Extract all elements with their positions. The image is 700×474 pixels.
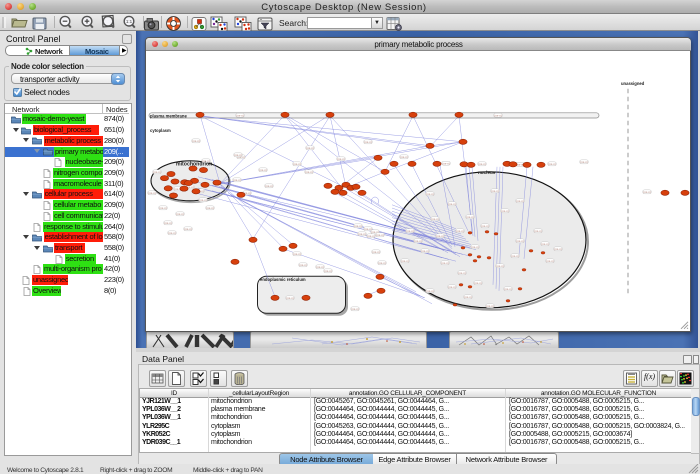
svg-text:(xx-x): (xx-x) [464, 295, 472, 299]
svg-text:endoplasmic reticulum: endoplasmic reticulum [260, 277, 306, 282]
svg-text:(xx-x): (xx-x) [199, 198, 207, 202]
svg-text:(xx-x): (xx-x) [305, 170, 313, 174]
svg-text:(xx-x): (xx-x) [164, 221, 172, 225]
svg-text:(xx-x): (xx-x) [431, 217, 439, 221]
svg-text:(xx-x): (xx-x) [286, 296, 294, 300]
svg-text:(xx-x): (xx-x) [643, 190, 651, 194]
svg-text:(xx-x): (xx-x) [372, 250, 380, 254]
svg-text:unassigned: unassigned [621, 81, 645, 86]
svg-text:(xx-x): (xx-x) [548, 162, 556, 166]
svg-text:(xx-x): (xx-x) [265, 184, 273, 188]
svg-text:mitochondrion: mitochondrion [176, 161, 212, 167]
svg-text:(xx-x): (xx-x) [441, 261, 449, 265]
svg-text:(xx-x): (xx-x) [401, 259, 409, 263]
svg-text:(xx-x): (xx-x) [516, 199, 524, 203]
svg-text:(xx-x): (xx-x) [421, 249, 429, 253]
svg-text:(xx-x): (xx-x) [456, 229, 464, 233]
svg-text:(xx-x): (xx-x) [184, 227, 192, 231]
svg-text:(xx-x): (xx-x) [406, 229, 414, 233]
svg-text:(xx-x): (xx-x) [546, 259, 554, 263]
svg-text:(xx-x): (xx-x) [306, 146, 314, 150]
svg-text:(xx-x): (xx-x) [236, 114, 244, 118]
svg-text:(xx-x): (xx-x) [324, 269, 332, 273]
svg-text:(xx-x): (xx-x) [491, 189, 499, 193]
svg-text:(xx-x): (xx-x) [206, 206, 214, 210]
svg-text:(xx-x): (xx-x) [501, 209, 509, 213]
svg-text:(xx-x): (xx-x) [376, 233, 384, 237]
svg-text:nucleus: nucleus [478, 170, 496, 175]
svg-text:(xx-x): (xx-x) [159, 206, 167, 210]
svg-text:(xx-x): (xx-x) [478, 162, 486, 166]
svg-text:(xx-x): (xx-x) [466, 215, 474, 219]
svg-text:(xx-x): (xx-x) [364, 140, 372, 144]
svg-text:(xx-x): (xx-x) [516, 239, 524, 243]
svg-text:(xx-x): (xx-x) [351, 307, 359, 311]
svg-text:plasma membrane: plasma membrane [150, 113, 187, 118]
svg-text:1:1: 1:1 [126, 19, 133, 24]
svg-text:(xx-x): (xx-x) [442, 162, 450, 166]
svg-text:(xx-x): (xx-x) [436, 234, 444, 238]
svg-text:(xx-x): (xx-x) [486, 304, 494, 308]
svg-text:(xx-x): (xx-x) [367, 234, 375, 238]
svg-text:(xx-x): (xx-x) [192, 139, 200, 143]
svg-text:(xx-x): (xx-x) [153, 170, 161, 174]
svg-text:(xx-x): (xx-x) [534, 229, 542, 233]
svg-text:(xx-x): (xx-x) [414, 239, 422, 243]
svg-text:(xx-x): (xx-x) [458, 271, 466, 275]
svg-text:(xx-x): (xx-x) [337, 157, 345, 161]
svg-text:(xx-x): (xx-x) [299, 263, 307, 267]
svg-text:(xx-x): (xx-x) [580, 160, 588, 164]
svg-text:(xx-x): (xx-x) [168, 231, 176, 235]
svg-text:(xx-x): (xx-x) [448, 285, 456, 289]
svg-text:(xx-x): (xx-x) [259, 168, 267, 172]
svg-text:(xx-x): (xx-x) [293, 162, 301, 166]
svg-text:cytoplasm: cytoplasm [150, 128, 171, 133]
svg-text:(xx-x): (xx-x) [474, 281, 482, 285]
svg-text:(xx-x): (xx-x) [148, 191, 156, 195]
svg-text:(xx-x): (xx-x) [426, 289, 434, 293]
svg-text:(xx-x): (xx-x) [358, 232, 366, 236]
svg-text:(xx-x): (xx-x) [494, 114, 502, 118]
svg-text:(xx-x): (xx-x) [541, 242, 549, 246]
svg-text:(xx-x): (xx-x) [448, 202, 456, 206]
svg-text:(xx-x): (xx-x) [176, 212, 184, 216]
svg-text:(xx-x): (xx-x) [316, 265, 324, 269]
svg-text:(xx-x): (xx-x) [471, 245, 479, 249]
svg-text:(xx-x): (xx-x) [504, 287, 512, 291]
svg-text:(xx-x): (xx-x) [426, 192, 434, 196]
svg-text:(xx-x): (xx-x) [378, 261, 386, 265]
svg-text:(xx-x): (xx-x) [511, 254, 519, 258]
svg-text:(xx-x): (xx-x) [234, 153, 242, 157]
svg-text:(xx-x): (xx-x) [554, 247, 562, 251]
svg-text:(xx-x): (xx-x) [496, 264, 504, 268]
svg-text:(xx-x): (xx-x) [293, 252, 301, 256]
svg-text:(xx-x): (xx-x) [354, 224, 362, 228]
svg-text:(xx-x): (xx-x) [400, 155, 408, 159]
svg-text:(xx-x): (xx-x) [481, 224, 489, 228]
svg-text:(xx-x): (xx-x) [233, 178, 241, 182]
